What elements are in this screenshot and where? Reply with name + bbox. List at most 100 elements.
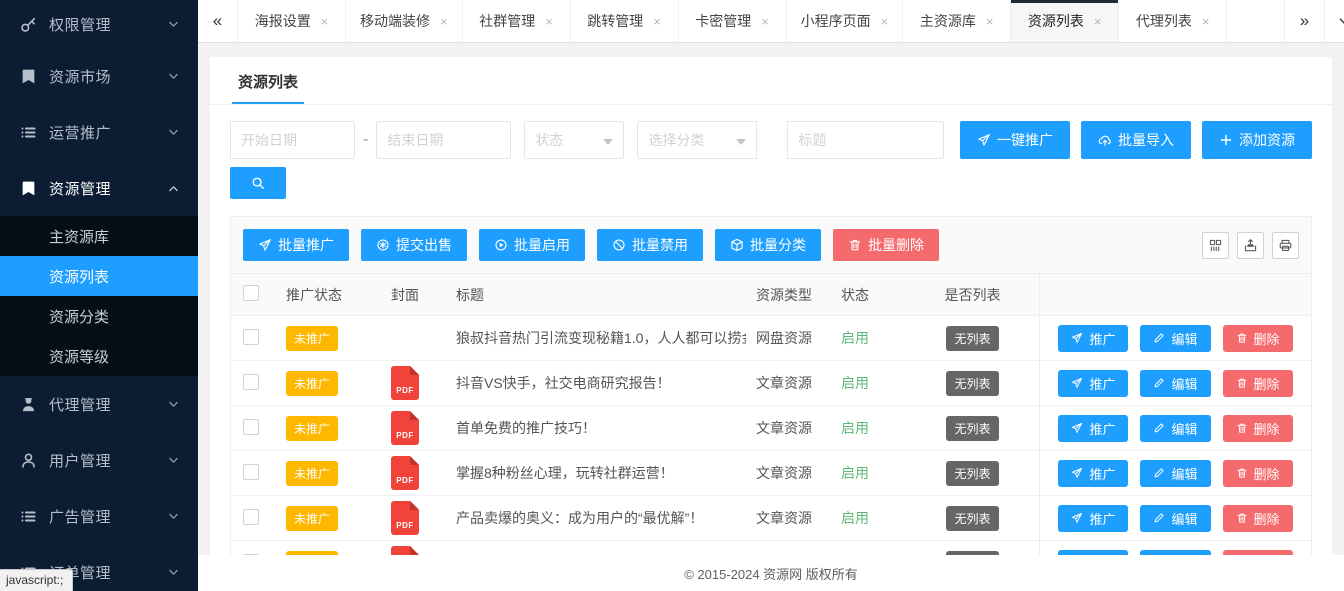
row-actions: 推广 编辑 删除 <box>1039 406 1311 450</box>
batch-promote-button[interactable]: 批量推广 <box>243 229 349 261</box>
tab-redirect-mgmt[interactable]: 跳转管理× <box>571 0 679 42</box>
delete-button[interactable]: 删除 <box>1223 325 1293 352</box>
select-all-checkbox[interactable] <box>243 285 259 301</box>
trash-icon <box>1236 512 1248 524</box>
sidebar-item-user-mgmt[interactable]: 用户管理 <box>0 432 198 488</box>
status-select[interactable]: 状态 <box>524 121 624 159</box>
paper-plane-icon <box>1071 332 1083 344</box>
sidebar-submenu: 主资源库 资源列表 资源分类 资源等级 <box>0 216 198 376</box>
edit-button[interactable]: 编辑 <box>1140 325 1210 352</box>
delete-button[interactable]: 删除 <box>1223 415 1293 442</box>
page-tab-resource-list[interactable]: 资源列表 <box>232 57 304 104</box>
close-icon[interactable]: × <box>653 15 661 28</box>
promo-status-badge: 未推广 <box>286 371 338 396</box>
resource-type: 网盘资源 <box>746 328 831 348</box>
chevron-down-icon <box>167 398 180 411</box>
tab-more-button[interactable] <box>1324 0 1344 42</box>
edit-button[interactable]: 编辑 <box>1140 460 1210 487</box>
tab-main-repo[interactable]: 主资源库× <box>903 0 1011 42</box>
tab-community-mgmt[interactable]: 社群管理× <box>463 0 571 42</box>
sidebar-item-resource-market[interactable]: 资源市场 <box>0 48 198 104</box>
table-block: 批量推广 提交出售 批量启用 批量禁用 <box>230 216 1312 555</box>
pdf-file-icon: PDF <box>391 456 419 490</box>
delete-button[interactable]: 删除 <box>1223 505 1293 532</box>
status-text: 启用 <box>831 463 906 483</box>
play-circle-icon <box>494 238 508 252</box>
category-select[interactable]: 选择分类 <box>637 121 757 159</box>
row-checkbox[interactable] <box>243 329 259 345</box>
close-icon[interactable]: × <box>321 15 329 28</box>
sidebar-item-ad-mgmt[interactable]: 广告管理 <box>0 488 198 544</box>
batch-enable-button[interactable]: 批量启用 <box>479 229 585 261</box>
trash-icon <box>1236 377 1248 389</box>
pdf-file-icon: PDF <box>391 546 419 555</box>
edit-button[interactable]: 编辑 <box>1140 415 1210 442</box>
sidebar-item-operation-promo[interactable]: 运营推广 <box>0 104 198 160</box>
print-icon[interactable] <box>1272 232 1299 259</box>
sidebar-item-label: 用户管理 <box>49 450 167 471</box>
paper-plane-icon <box>1071 422 1083 434</box>
close-icon[interactable]: × <box>881 15 889 28</box>
edit-button[interactable]: 编辑 <box>1140 505 1210 532</box>
tab-mobile-decorate[interactable]: 移动端装修× <box>346 0 463 42</box>
row-actions: 推广 编辑 删除 <box>1039 361 1311 405</box>
row-checkbox[interactable] <box>243 374 259 390</box>
row-actions: 推广 编辑 删除 <box>1039 316 1311 360</box>
sidebar-item-permissions[interactable]: 权限管理 <box>0 0 198 48</box>
one-click-promote-button[interactable]: 一键推广 <box>960 121 1070 159</box>
edit-button[interactable]: 编辑 <box>1140 370 1210 397</box>
card-header: 资源列表 <box>210 57 1332 105</box>
close-icon[interactable]: × <box>761 15 769 28</box>
row-checkbox[interactable] <box>243 509 259 525</box>
promote-button[interactable]: 推广 <box>1058 460 1128 487</box>
pencil-icon <box>1153 332 1165 344</box>
tab-scroll-right-button[interactable]: » <box>1284 0 1324 42</box>
close-icon[interactable]: × <box>1202 15 1210 28</box>
row-actions: 推广 编辑 删除 <box>1039 541 1311 555</box>
tab-miniprogram-page[interactable]: 小程序页面× <box>787 0 904 42</box>
promote-button[interactable]: 推广 <box>1058 325 1128 352</box>
row-actions: 推广 编辑 删除 <box>1039 451 1311 495</box>
tab-cardkey-mgmt[interactable]: 卡密管理× <box>679 0 787 42</box>
close-icon[interactable]: × <box>1094 15 1102 28</box>
batch-delete-button[interactable]: 批量删除 <box>833 229 939 261</box>
tab-agent-list[interactable]: 代理列表× <box>1119 0 1227 42</box>
tab-poster-settings[interactable]: 海报设置× <box>238 0 346 42</box>
col-actions <box>1039 274 1311 315</box>
batch-import-button[interactable]: 批量导入 <box>1081 121 1191 159</box>
sidebar-subitem-resource-list[interactable]: 资源列表 <box>0 256 198 296</box>
tab-resource-list[interactable]: 资源列表× <box>1011 0 1119 42</box>
add-resource-button[interactable]: 添加资源 <box>1202 121 1312 159</box>
row-checkbox[interactable] <box>243 464 259 480</box>
batch-disable-button[interactable]: 批量禁用 <box>597 229 703 261</box>
sidebar-item-label: 代理管理 <box>49 394 167 415</box>
promote-button[interactable]: 推广 <box>1058 415 1128 442</box>
row-checkbox[interactable] <box>243 419 259 435</box>
status-text: 启用 <box>831 328 906 348</box>
batch-classify-button[interactable]: 批量分类 <box>715 229 821 261</box>
tab-scroll-left-button[interactable]: « <box>198 0 238 42</box>
grid-columns-icon[interactable] <box>1202 232 1229 259</box>
submit-sell-button[interactable]: 提交出售 <box>361 229 467 261</box>
delete-button[interactable]: 删除 <box>1223 370 1293 397</box>
trash-icon <box>1236 332 1248 344</box>
copyright-text: © 2015-2024 资源网 版权所有 <box>684 564 858 583</box>
delete-button[interactable]: 删除 <box>1223 460 1293 487</box>
end-date-input[interactable] <box>376 121 511 159</box>
sidebar-item-agent-mgmt[interactable]: 代理管理 <box>0 376 198 432</box>
export-icon[interactable] <box>1237 232 1264 259</box>
promote-button[interactable]: 推广 <box>1058 370 1128 397</box>
sidebar-subitem-resource-category[interactable]: 资源分类 <box>0 296 198 336</box>
sidebar-subitem-resource-level[interactable]: 资源等级 <box>0 336 198 376</box>
status-text: 启用 <box>831 418 906 438</box>
sidebar-subitem-main-repo[interactable]: 主资源库 <box>0 216 198 256</box>
search-button[interactable] <box>230 167 286 199</box>
close-icon[interactable]: × <box>440 15 448 28</box>
title-input[interactable] <box>787 121 944 159</box>
close-icon[interactable]: × <box>986 15 994 28</box>
promote-button[interactable]: 推广 <box>1058 505 1128 532</box>
start-date-input[interactable] <box>230 121 355 159</box>
close-icon[interactable]: × <box>545 15 553 28</box>
sidebar-item-resource-mgmt[interactable]: 资源管理 <box>0 160 198 216</box>
pencil-icon <box>1153 422 1165 434</box>
